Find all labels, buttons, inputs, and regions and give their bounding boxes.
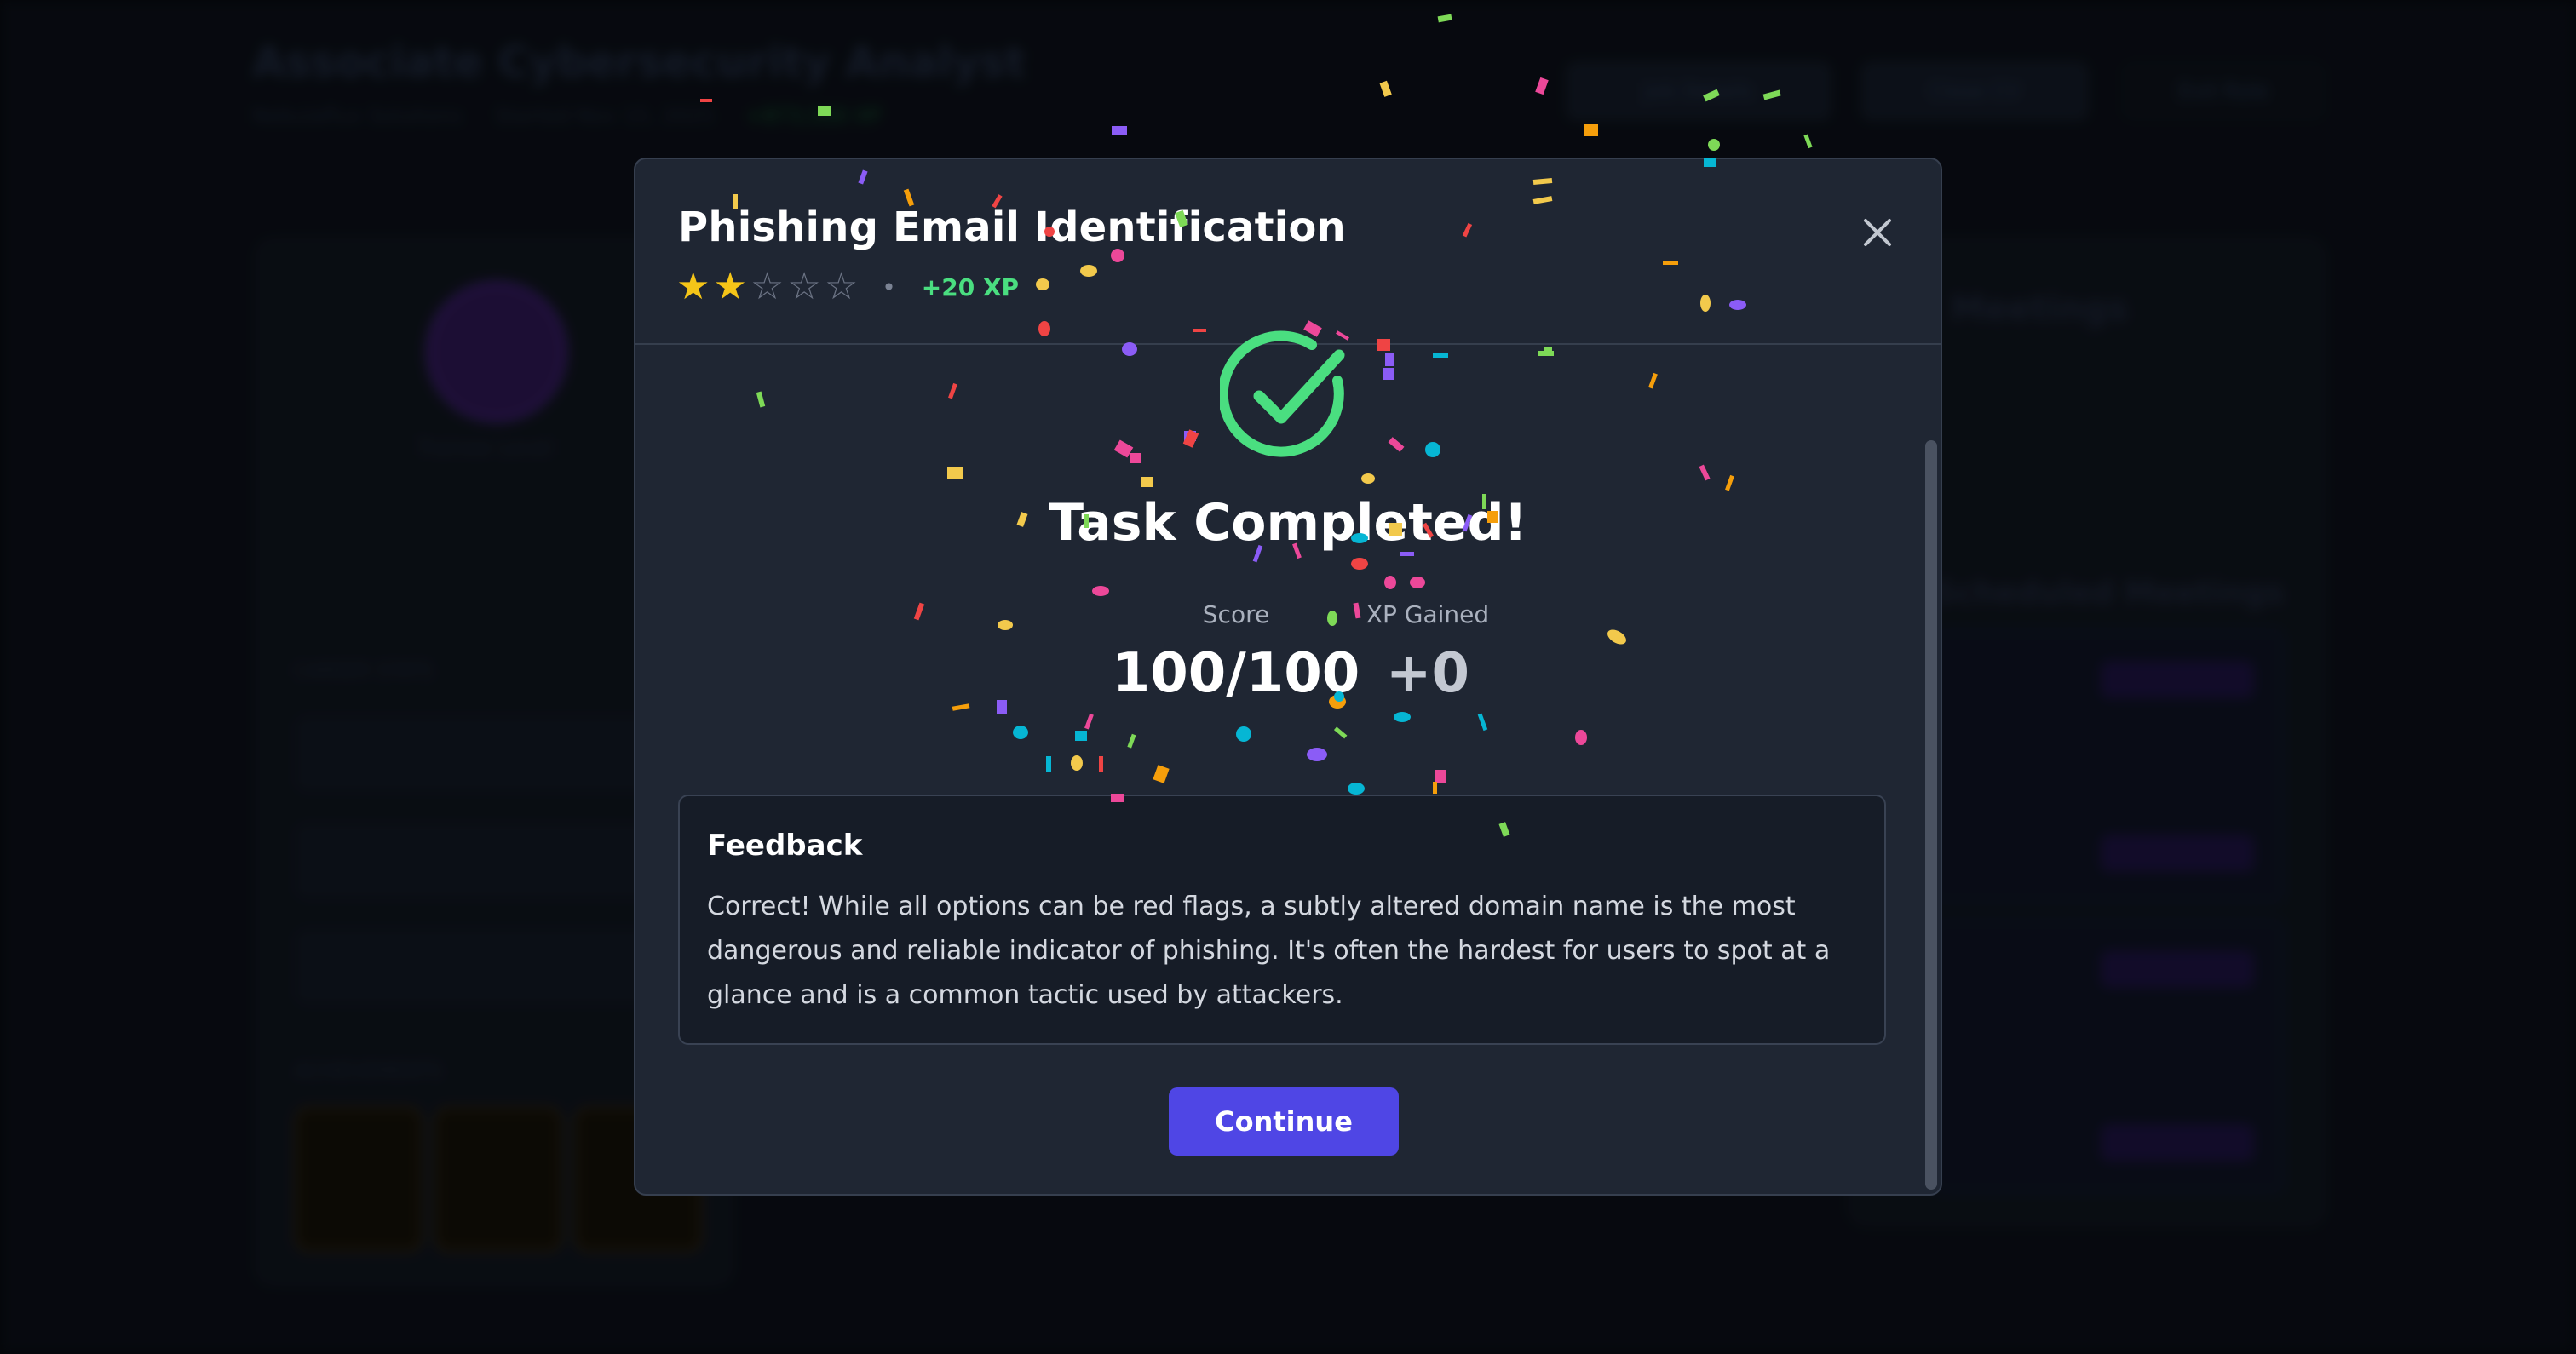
modal-scrollbar[interactable] bbox=[1925, 440, 1937, 1190]
separator-dot: • bbox=[882, 273, 896, 301]
xp-gained-stat: XP Gained +0 bbox=[1325, 600, 1530, 705]
feedback-line: glance and is a common tactic used by at… bbox=[707, 980, 1343, 1010]
continue-button[interactable]: Continue bbox=[1169, 1087, 1399, 1156]
star-icon: ★ bbox=[676, 265, 710, 308]
feedback-line: dangerous and reliable indicator of phis… bbox=[707, 936, 1831, 966]
check-circle-icon bbox=[1217, 330, 1356, 466]
star-icon: ☆ bbox=[824, 265, 859, 308]
feedback-line: Correct! While all options can be red fl… bbox=[707, 892, 1796, 921]
xp-gained-label: XP Gained bbox=[1366, 600, 1490, 628]
close-button[interactable] bbox=[1859, 214, 1896, 251]
star-icon: ☆ bbox=[750, 265, 785, 308]
task-result-modal: Phishing Email Identification ★ ★ ☆ ☆ ☆ … bbox=[634, 158, 1942, 1196]
feedback-title: Feedback bbox=[707, 829, 863, 863]
xp-reward: +20 XP bbox=[921, 273, 1020, 301]
close-icon bbox=[1864, 219, 1891, 246]
star-icon: ★ bbox=[713, 265, 747, 308]
star-icon: ☆ bbox=[787, 265, 821, 308]
result-title: Task Completed! bbox=[1049, 493, 1527, 553]
xp-gained-value: +0 bbox=[1385, 642, 1470, 705]
difficulty-rating: ★ ★ ☆ ☆ ☆ • +20 XP bbox=[676, 268, 1019, 306]
feedback-text: Correct! While all options can be red fl… bbox=[707, 885, 1857, 1018]
modal-title: Phishing Email Identification bbox=[678, 204, 1346, 251]
modal-header: Phishing Email Identification ★ ★ ☆ ☆ ☆ … bbox=[635, 159, 1941, 345]
feedback-panel: Feedback Correct! While all options can … bbox=[678, 795, 1886, 1045]
